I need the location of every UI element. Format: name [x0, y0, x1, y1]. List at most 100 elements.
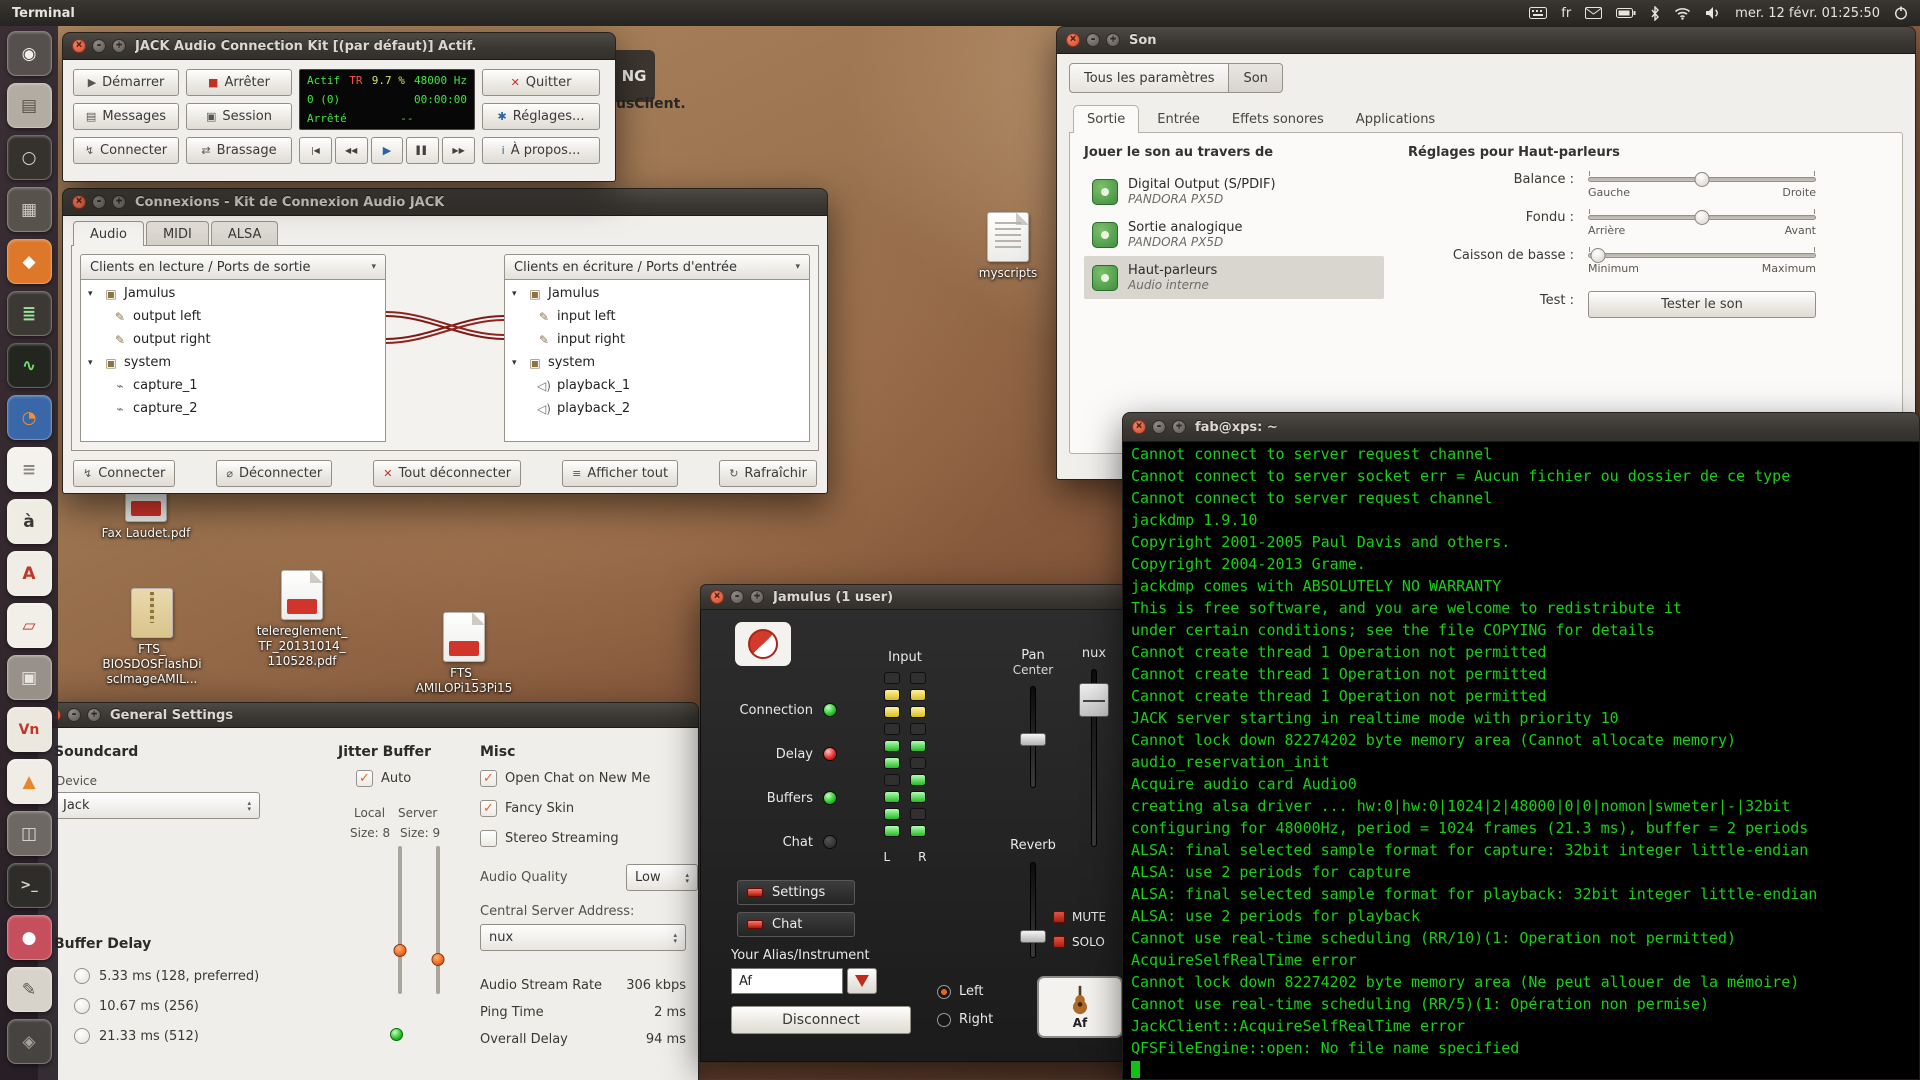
settings-button[interactable]: Settings [737, 880, 855, 905]
checkbox[interactable] [480, 770, 497, 787]
jack-titlebar[interactable]: ✕ – + JACK Audio Connection Kit [(par dé… [62, 32, 616, 60]
slider-handle[interactable] [432, 953, 445, 966]
tree-port[interactable]: ◁)playback_1 [505, 374, 809, 397]
archive-app-icon[interactable]: ◫ [7, 811, 52, 856]
left-radio[interactable] [937, 985, 951, 999]
slider-handle[interactable] [1695, 172, 1710, 187]
solo-row[interactable]: SOLO [1053, 935, 1106, 949]
bluetooth-icon[interactable] [1650, 6, 1660, 21]
wifi-icon[interactable] [1674, 6, 1691, 20]
files-icon[interactable]: ▤ [7, 83, 52, 128]
tree-port[interactable]: ⌁capture_2 [81, 397, 385, 420]
ubuntu-software-icon[interactable]: ◆ [7, 239, 52, 284]
maximize-button[interactable]: + [1106, 33, 1120, 47]
tab-sortie[interactable]: Sortie [1073, 105, 1139, 133]
test-sound-button[interactable]: Tester le son [1588, 291, 1816, 318]
close-button[interactable]: ✕ [710, 590, 724, 604]
connect-button[interactable]: ↯Connecter [73, 137, 179, 164]
close-button[interactable]: ✕ [1132, 420, 1146, 434]
firefox-icon[interactable]: ◔ [7, 395, 52, 440]
gray-app-icon[interactable]: ▣ [7, 655, 52, 700]
close-button[interactable]: ✕ [72, 39, 86, 53]
tree-group[interactable]: ▾▣system [81, 351, 385, 374]
terminal-screen[interactable]: Cannot connect to server request channel… [1122, 442, 1920, 1080]
clock-label[interactable]: mer. 12 févr. 01:25:50 [1735, 6, 1880, 21]
settings-button[interactable]: ✱Réglages... [482, 103, 600, 130]
pdf-reader-icon[interactable]: ▱ [7, 603, 52, 648]
message-indicator-icon[interactable] [1585, 7, 1602, 19]
mute-checkbox[interactable] [1053, 911, 1065, 923]
keyboard-indicator-icon[interactable] [1529, 7, 1547, 19]
tree-port[interactable]: ✎output left [81, 305, 385, 328]
close-button[interactable]: ✕ [72, 195, 86, 209]
minimize-button[interactable]: – [730, 590, 744, 604]
start-button[interactable]: ▶Démarrer [73, 69, 179, 96]
slider-handle[interactable] [1020, 930, 1046, 943]
radio-button[interactable] [74, 998, 90, 1014]
slider-handle[interactable] [1591, 248, 1606, 263]
input-panel-header[interactable]: Clients en écriture / Ports d'entrée▾ [504, 254, 810, 280]
output-device-item[interactable]: Sortie analogique PANDORA PX5D [1084, 213, 1384, 256]
right-radio-row[interactable]: Right [937, 1012, 993, 1027]
keyboard-layout-label[interactable]: fr [1561, 6, 1571, 21]
expander-icon[interactable]: ▾ [88, 358, 98, 368]
desktop-icon-fts-zip[interactable]: FTS_ BIOSDOSFlashDi scImageAMIL... [96, 588, 208, 687]
slider-handle[interactable] [394, 944, 407, 957]
misc-checkbox-row[interactable]: Open Chat on New Me [480, 770, 696, 787]
skip-back-button[interactable]: |◀ [299, 137, 332, 164]
forward-button[interactable]: ▶▶ [442, 137, 475, 164]
buffer-delay-option[interactable]: 10.67 ms (256) [74, 998, 259, 1014]
slider-handle[interactable] [1695, 210, 1710, 225]
central-server-combo[interactable]: nux [480, 924, 686, 951]
search-icon[interactable]: ○ [7, 135, 52, 180]
maximize-button[interactable]: + [112, 195, 126, 209]
minimize-button[interactable]: – [67, 708, 81, 722]
oscilloscope-icon[interactable]: ∿ [7, 343, 52, 388]
fade-slider[interactable] [1588, 215, 1816, 220]
tree-group[interactable]: ▾▣system [505, 351, 809, 374]
vnc-app-icon[interactable]: Vn [7, 707, 52, 752]
balance-slider[interactable] [1588, 177, 1816, 182]
messages-button[interactable]: ▤Messages [73, 103, 179, 130]
play-button[interactable]: ▶ [371, 137, 404, 164]
tab-effets-sonores[interactable]: Effets sonores [1218, 105, 1338, 133]
left-radio-row[interactable]: Left [937, 984, 993, 999]
refresh-button[interactable]: ↻Rafraîchir [719, 460, 817, 487]
expand-all-button[interactable]: ≡Afficher tout [562, 460, 678, 487]
maximize-button[interactable]: + [112, 39, 126, 53]
minimize-button[interactable]: – [92, 195, 106, 209]
auto-checkbox[interactable] [356, 770, 373, 787]
tree-port[interactable]: ✎input left [505, 305, 809, 328]
media-app-icon[interactable]: ● [7, 915, 52, 960]
package-manager-icon[interactable]: ▦ [7, 187, 52, 232]
expander-icon[interactable]: ▾ [512, 289, 522, 299]
solo-checkbox[interactable] [1053, 936, 1065, 948]
tree-port[interactable]: ✎input right [505, 328, 809, 351]
session-power-icon[interactable] [1894, 6, 1908, 20]
desktop-icon-telereglement[interactable]: telereglement_ TF_20131014_ 110528.pdf [246, 570, 358, 669]
system-monitor-icon[interactable]: ≣ [7, 291, 52, 336]
radio-button[interactable] [74, 968, 90, 984]
connections-titlebar[interactable]: ✕ – + Connexions - Kit de Connexion Audi… [62, 188, 828, 216]
utility-app-icon[interactable]: ◈ [7, 1019, 52, 1064]
misc-checkbox-row[interactable]: Stereo Streaming [480, 830, 696, 847]
quit-button[interactable]: ✕Quitter [482, 69, 600, 96]
battery-icon[interactable] [1616, 7, 1636, 19]
session-button[interactable]: ▣Session [186, 103, 292, 130]
mute-row[interactable]: MUTE [1053, 910, 1106, 924]
minimize-button[interactable]: – [1086, 33, 1100, 47]
radio-button[interactable] [74, 1028, 90, 1044]
tab-alsa[interactable]: ALSA [211, 221, 279, 246]
tree-port[interactable]: ⌁capture_1 [81, 374, 385, 397]
tree-group[interactable]: ▾▣Jamulus [505, 282, 809, 305]
sound-titlebar[interactable]: ✕ – + Son [1056, 26, 1916, 54]
pause-button[interactable]: ▌▌ [406, 137, 439, 164]
terminal-titlebar[interactable]: ✕ – + fab@xps: ~ [1122, 412, 1920, 442]
volume-icon[interactable] [1705, 6, 1721, 20]
output-device-item[interactable]: Haut-parleurs Audio interne [1084, 256, 1384, 299]
tweak-app-icon[interactable]: ✎ [7, 967, 52, 1012]
maximize-button[interactable]: + [1172, 420, 1186, 434]
desktop-icon-myscripts[interactable]: myscripts [952, 212, 1064, 281]
output-panel-header[interactable]: Clients en lecture / Ports de sortie▾ [80, 254, 386, 280]
buffer-delay-option[interactable]: 21.33 ms (512) [74, 1028, 259, 1044]
